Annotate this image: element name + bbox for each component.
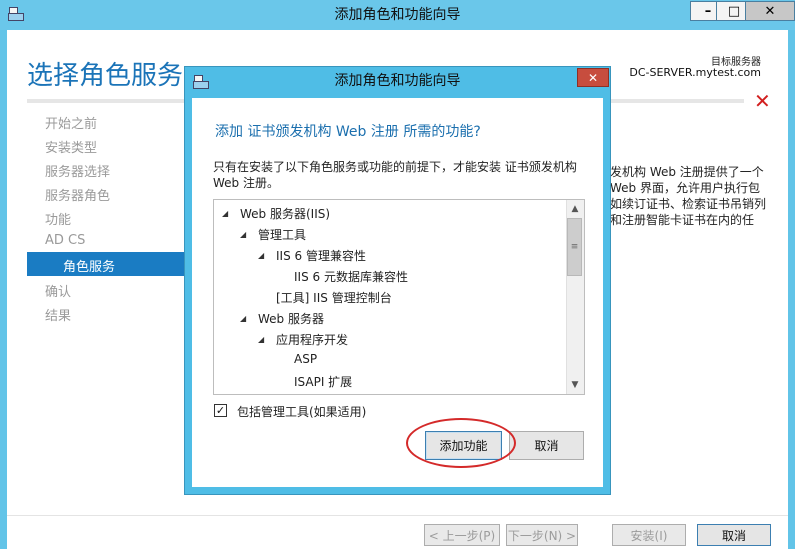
next-button[interactable]: 下一步(N) > xyxy=(506,524,578,546)
dialog-close-button[interactable]: ✕ xyxy=(577,68,609,87)
nav-item-results[interactable]: 结果 xyxy=(45,305,71,324)
dialog-heading: 添加 证书颁发机构 Web 注册 所需的功能? xyxy=(215,124,481,140)
nav-item-server-selection[interactable]: 服务器选择 xyxy=(45,161,110,180)
tree-item[interactable]: ◢ 管理工具 xyxy=(240,226,306,243)
dialog-paragraph: 只有在安装了以下角色服务或功能的前提下，才能安装 证书颁发机构 xyxy=(213,160,577,174)
nav-item-installation-type[interactable]: 安装类型 xyxy=(45,137,97,156)
close-button[interactable]: ✕ xyxy=(745,1,795,21)
expand-triangle-icon[interactable]: ◢ xyxy=(258,251,276,260)
description-line: Web 界面，允许用户执行包 xyxy=(610,181,760,195)
tree-item[interactable]: ASP xyxy=(294,352,317,366)
nav-item-features[interactable]: 功能 xyxy=(45,209,71,228)
cancel-button[interactable]: 取消 xyxy=(697,524,771,546)
feature-tree[interactable]: ◢ Web 服务器(IIS) ◢ 管理工具 ◢ IIS 6 管理兼容性 IIS 6 元… xyxy=(213,199,585,395)
expand-triangle-icon[interactable]: ◢ xyxy=(258,335,276,344)
nav-item-server-roles[interactable]: 服务器角色 xyxy=(45,185,110,204)
nav-item-before-you-begin[interactable]: 开始之前 xyxy=(45,113,97,132)
window-title: 添加角色和功能向导 xyxy=(334,7,461,23)
scroll-thumb[interactable]: ≡ xyxy=(567,218,582,276)
nav-item-confirmation[interactable]: 确认 xyxy=(45,281,71,300)
description-line: 如续订证书、检索证书吊销列 xyxy=(610,197,767,211)
tree-item[interactable]: ◢ 应用程序开发 xyxy=(258,331,348,348)
tree-item[interactable]: ISAPI 扩展 xyxy=(294,373,352,390)
tree-item[interactable]: ◢ Web 服务器 xyxy=(240,310,324,327)
expand-triangle-icon[interactable]: ◢ xyxy=(222,209,240,218)
dialog-paragraph: Web 注册。 xyxy=(213,176,279,190)
nav-item-ad-cs[interactable]: AD CS xyxy=(45,233,85,248)
description-line: 和注册智能卡证书在内的任 xyxy=(610,213,755,227)
tree-item[interactable]: [工具] IIS 管理控制台 xyxy=(276,289,392,306)
tree-item[interactable]: ◢ Web 服务器(IIS) xyxy=(222,205,330,222)
dialog-title: 添加角色和功能向导 xyxy=(334,73,461,89)
nav-item-role-services-label: 角色服务 xyxy=(63,260,116,275)
tree-item[interactable]: ◢ IIS 6 管理兼容性 xyxy=(258,247,366,264)
footer-divider xyxy=(7,515,788,516)
description-line: 发机构 Web 注册提供了一个 xyxy=(610,165,764,179)
tree-item[interactable]: IIS 6 元数据库兼容性 xyxy=(294,268,408,285)
install-button[interactable]: 安装(I) xyxy=(612,524,686,546)
highlight-annotation xyxy=(406,418,516,468)
scroll-up-arrow-icon[interactable]: ▲ xyxy=(566,200,584,218)
scroll-down-arrow-icon[interactable]: ▼ xyxy=(566,376,584,394)
app-icon xyxy=(8,7,24,21)
error-x-icon: ✕ xyxy=(754,89,771,113)
expand-triangle-icon[interactable]: ◢ xyxy=(240,314,258,323)
include-tools-checkbox[interactable]: ✓ xyxy=(214,404,227,417)
previous-button[interactable]: < 上一步(P) xyxy=(424,524,500,546)
expand-triangle-icon[interactable]: ◢ xyxy=(240,230,258,239)
include-tools-label[interactable]: 包括管理工具(如果适用) xyxy=(237,403,366,420)
page-title: 选择角色服务 xyxy=(27,61,184,91)
dialog-cancel-button[interactable]: 取消 xyxy=(509,431,584,460)
